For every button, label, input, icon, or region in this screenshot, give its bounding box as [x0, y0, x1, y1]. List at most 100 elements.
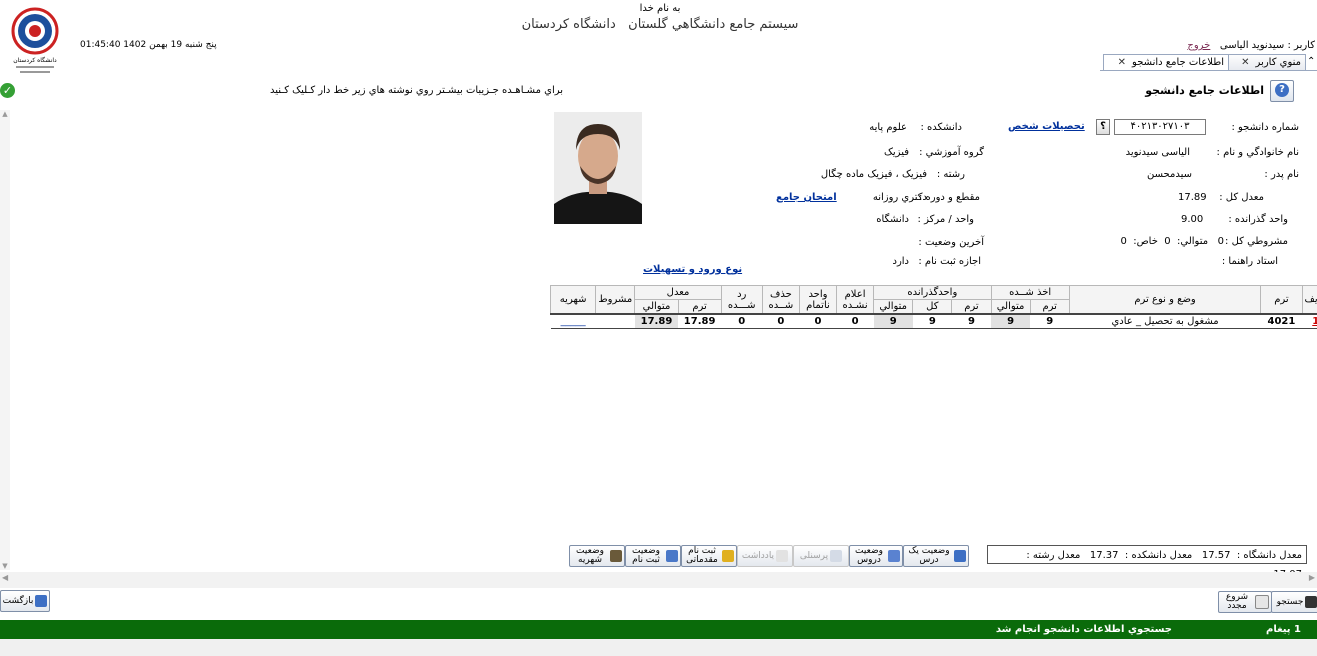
personnel-label: پرسنلی — [799, 550, 829, 561]
probation-special-label: خاص: — [1133, 236, 1158, 247]
user-name: سیدنوید الیاسی — [1219, 40, 1285, 51]
back-arrow-icon — [35, 595, 48, 607]
row-tuition-link[interactable]: _____ — [550, 313, 596, 329]
col-passed-consecutive: متوالي — [873, 299, 914, 315]
register-icon — [722, 550, 734, 562]
row-dropped: 0 — [762, 313, 800, 329]
degree-label: مقطع و دوره : — [918, 192, 980, 203]
major-value: فيزيک ، فيزيک ماده چگال — [820, 169, 927, 180]
student-photo — [554, 112, 642, 224]
single-course-status-label: وضعیت یک درس — [908, 546, 950, 565]
status-bar: 1 پيغام جستجوي اطلاعات دانشجو انجام شد — [0, 620, 1317, 639]
father-value: سيدمحسن — [1147, 169, 1192, 180]
pre-registration-label: ثبت نام مقدماتی — [686, 546, 718, 565]
search-button[interactable]: جستجو — [1271, 591, 1317, 613]
system-name: سيستم جامع دانشگاهي گلستان — [628, 17, 799, 32]
probation-label: مشروطي کل : — [1225, 236, 1288, 247]
row-incomplete: 0 — [799, 313, 837, 329]
close-icon[interactable]: ✕ — [1241, 57, 1249, 68]
page-title: اطلاعات جامع دانشجو — [1145, 84, 1264, 97]
row-number-link[interactable]: 1 — [1302, 313, 1317, 329]
university-logo: دانشگاه کردستان — [8, 6, 64, 76]
col-announced: اعلام نشـده — [836, 285, 875, 315]
probation-consecutive-label: متوالي: — [1177, 236, 1209, 247]
gpa-label: معدل کل : — [1219, 192, 1264, 203]
edu-group-value: فيزيک — [883, 147, 909, 158]
reg-permission-value: دارد — [892, 256, 909, 267]
logout-link[interactable]: خروج — [1187, 40, 1210, 51]
scroll-down-icon[interactable]: ▼ — [0, 562, 10, 570]
father-label: نام پدر : — [1264, 169, 1299, 180]
user-prefix: کاربر : — [1287, 40, 1316, 51]
name-label: نام خانوادگي و نام : — [1216, 147, 1299, 158]
unit-center-value: دانشگاه — [876, 214, 909, 225]
probation-consecutive: 0 — [1164, 236, 1171, 247]
status-message: جستجوي اطلاعات دانشجو انجام شد — [995, 624, 1172, 635]
col-taken: اخذ شــده — [990, 285, 1070, 300]
help-button[interactable]: ? — [1270, 80, 1294, 102]
reg-permission-label: اجازه ثبت نام : — [918, 256, 981, 267]
message-count[interactable]: 1 پيغام — [1266, 620, 1301, 639]
major-label: رشته : — [936, 169, 965, 180]
tuition-icon — [610, 550, 622, 562]
datetime: 01:45:40 پنج شنبه 19 بهمن 1402 — [80, 40, 217, 50]
personnel-button[interactable]: پرسنلی — [793, 545, 849, 567]
binoculars-icon — [1305, 596, 1317, 608]
major-avg-label: معدل رشته : — [1026, 550, 1081, 561]
single-course-status-button[interactable]: وضعیت یک درس — [903, 545, 969, 567]
tab-student-info[interactable]: اطلاعات جامع دانشجو ✕ — [1103, 54, 1229, 71]
col-rejected: رد شـــده — [720, 285, 763, 315]
gpa-value: 17.89 — [1178, 192, 1207, 203]
terms-table-container: رديف ترم وضع و نوع ترم اخذ شــده واحدگذر… — [549, 285, 1317, 329]
registration-status-button[interactable]: وضعیت ثبت نام — [625, 545, 681, 567]
col-passed-total: کل — [912, 299, 953, 315]
close-icon[interactable]: ✕ — [1118, 57, 1126, 68]
table-row: 1 4021 مشغول به تحصيل _ عادي 9 9 9 9 9 0… — [550, 313, 1317, 329]
student-number-input[interactable]: ۴۰۲۱۳۰۲۷۱۰۳ — [1114, 119, 1206, 135]
faculty-avg-label: معدل دانشکده : — [1124, 550, 1193, 561]
user-bar: کاربر : سیدنوید الیاسی خروج — [1187, 40, 1315, 51]
pre-registration-button[interactable]: ثبت نام مقدماتی — [681, 545, 737, 567]
search-label: جستجو — [1276, 596, 1304, 607]
courses-icon — [888, 550, 900, 562]
terms-table: رديف ترم وضع و نوع ترم اخذ شــده واحدگذر… — [549, 285, 1317, 329]
row-taken-consecutive: 9 — [991, 313, 1031, 329]
scroll-left-icon[interactable]: ◀ — [2, 573, 8, 582]
col-dropped: حذف شــده — [761, 285, 800, 315]
col-gpa-consecutive: متوالي — [634, 299, 679, 315]
last-status-label: آخرين وضعيت : — [918, 237, 984, 248]
col-row: رديف — [1301, 285, 1317, 315]
registration-status-label: وضعیت ثبت نام — [632, 546, 660, 565]
back-label: بازگشت — [2, 595, 34, 606]
comprehensive-exam-link[interactable]: امتحان جامع — [776, 192, 837, 203]
tab-user-menu[interactable]: منوي کاربر ✕ — [1228, 54, 1306, 71]
entry-type-link[interactable]: نوع ورود و تسهيلات — [643, 264, 742, 275]
col-tuition: شهريه — [549, 285, 597, 315]
scroll-right-icon[interactable]: ▶ — [1309, 573, 1315, 582]
help-icon: ? — [1275, 83, 1289, 97]
faculty-label: دانشکده : — [920, 122, 963, 133]
col-probation: مشروط — [595, 285, 636, 315]
col-passed: واحدگذرانده — [873, 285, 992, 300]
checklist-icon — [954, 550, 966, 562]
collapse-tabs-icon[interactable]: ⌃ — [1307, 56, 1315, 67]
row-rejected: 0 — [721, 313, 763, 329]
scroll-up-icon[interactable]: ▲ — [0, 110, 10, 118]
row-status: مشغول به تحصيل _ عادي — [1069, 313, 1261, 329]
note-label: یادداشت — [741, 550, 775, 561]
student-lookup-button[interactable]: ؟ — [1096, 119, 1110, 135]
horizontal-scrollbar[interactable]: ◀ ▶ — [0, 572, 1317, 588]
back-button[interactable]: بازگشت — [0, 590, 50, 612]
col-term: ترم — [1260, 285, 1303, 315]
restart-button[interactable]: شروع مجدد — [1218, 591, 1272, 613]
personal-education-link[interactable]: تحصیلات شخص — [1008, 121, 1085, 132]
col-taken-term: ترم — [1029, 299, 1070, 315]
averages-box: معدل دانشگاه : 17.57 معدل دانشکده : 17.3… — [987, 545, 1307, 580]
faculty-avg-value: 17.37 — [1089, 550, 1119, 561]
note-button[interactable]: یادداشت — [737, 545, 793, 567]
courses-status-button[interactable]: وضعیت دروس — [849, 545, 903, 567]
row-gpa-consecutive: 17.89 — [634, 313, 679, 329]
tuition-status-button[interactable]: وضعیت شهریه — [569, 545, 625, 567]
row-announced: 0 — [836, 313, 874, 329]
scrollbar[interactable]: ▲ ▼ — [0, 110, 10, 570]
